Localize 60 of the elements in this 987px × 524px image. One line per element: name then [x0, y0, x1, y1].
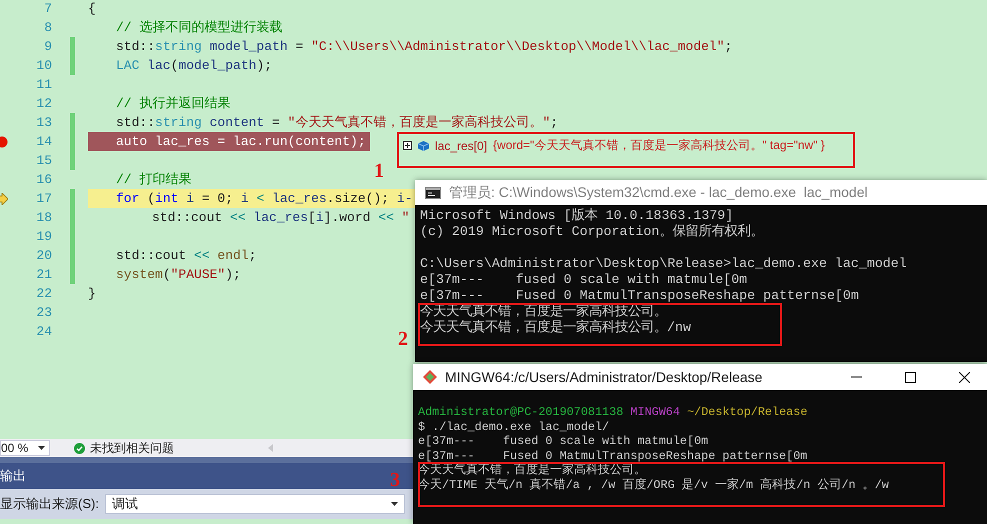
line-number: 24	[35, 323, 52, 341]
output-panel-title: 输出	[0, 467, 26, 485]
console-line: e[37m--- fused 0 scale with matmule[0m	[418, 434, 710, 448]
code-line: std::cout << lac_res[i].word << "	[151, 209, 410, 227]
diamond-logo-icon	[423, 370, 437, 384]
window-title: MINGW64:/c/Users/Administrator/Desktop/Release	[445, 369, 764, 385]
datatip-name: lac_res[0]	[435, 138, 488, 152]
line-number: 15	[35, 152, 52, 170]
code-line: }	[88, 285, 96, 303]
minimize-icon	[850, 376, 862, 378]
code-line: LAC lac(model_path);	[115, 57, 272, 75]
output-source-dropdown[interactable]: 调试	[104, 494, 405, 514]
prompt-line: Administrator@PC-201907081138 MINGW64 ~/Desktop/Release	[418, 405, 808, 420]
line-number: 22	[35, 285, 52, 303]
console-line: e[37m--- Fused 0 MatmulTransposeReshape patternse[0m	[420, 288, 860, 304]
line-number: 17	[35, 190, 52, 208]
annotation-number: 2	[398, 328, 408, 350]
terminal-icon	[425, 186, 441, 198]
console-line: (c) 2019 Microsoft Corporation。保留所有权利。	[420, 224, 764, 240]
code-line: std::string model_path = "C:\\Users\\Administrator\\Desktop\\Model\\lac_model";	[115, 38, 732, 56]
line-number: 16	[35, 171, 52, 189]
line-number: 12	[35, 95, 52, 113]
code-line: {	[88, 0, 96, 18]
line-number: 8	[43, 19, 52, 37]
console-line: $ ./lac_demo.exe lac_model/	[418, 420, 610, 434]
code-line: std::string content = "今天天气真不错，百度是一家高科技公司。";	[115, 114, 558, 132]
code-line: std::cout << endl;	[115, 247, 256, 265]
code-line: system("PAUSE");	[115, 266, 241, 284]
check-icon	[74, 442, 85, 454]
maximize-icon	[904, 372, 916, 382]
console-line: 今天天气真不错，百度是一家高科技公司。/nw	[420, 320, 692, 336]
line-number: 7	[43, 0, 52, 18]
cube-icon	[418, 140, 429, 150]
console-line: e[37m--- fused 0 scale with matmule[0m	[420, 272, 748, 288]
line-number: 20	[35, 247, 52, 265]
output-source-label: 显示输出来源(S):	[0, 495, 99, 513]
line-number: 13	[35, 114, 52, 132]
line-number: 23	[35, 304, 52, 322]
line-number: 18	[35, 209, 52, 227]
expand-icon[interactable]	[403, 141, 412, 150]
line-number: 9	[43, 38, 52, 56]
console-line: e[37m--- Fused 0 MatmulTransposeReshape patternse[0m	[418, 448, 808, 463]
console-line: Microsoft Windows [版本 10.0.18363.1379]	[420, 208, 734, 224]
code-line: // 打印结果	[115, 171, 192, 189]
close-icon	[958, 372, 970, 382]
issues-status: 未找到相关问题	[90, 440, 174, 456]
line-number: 10	[35, 57, 52, 75]
datatip-value: {word="今天天气真不错，百度是一家高科技公司。" tag="nw" }	[493, 137, 825, 154]
caret-icon	[38, 446, 45, 450]
line-number: 21	[35, 266, 52, 284]
line-number: 19	[35, 228, 52, 246]
console-line: C:\Users\Administrator\Desktop\Release>lac_demo.exe lac_model	[420, 256, 908, 272]
annotation-number: 1	[374, 160, 384, 182]
line-number: 11	[35, 76, 52, 94]
zoom-dropdown[interactable]: 00 %	[0, 440, 50, 456]
line-number: 14	[35, 133, 52, 151]
code-line: // 执行并返回结果	[115, 95, 230, 113]
code-line: // 选择不同的模型进行装载	[115, 19, 282, 37]
annotation-number: 3	[390, 469, 400, 491]
caret-icon	[390, 502, 398, 506]
